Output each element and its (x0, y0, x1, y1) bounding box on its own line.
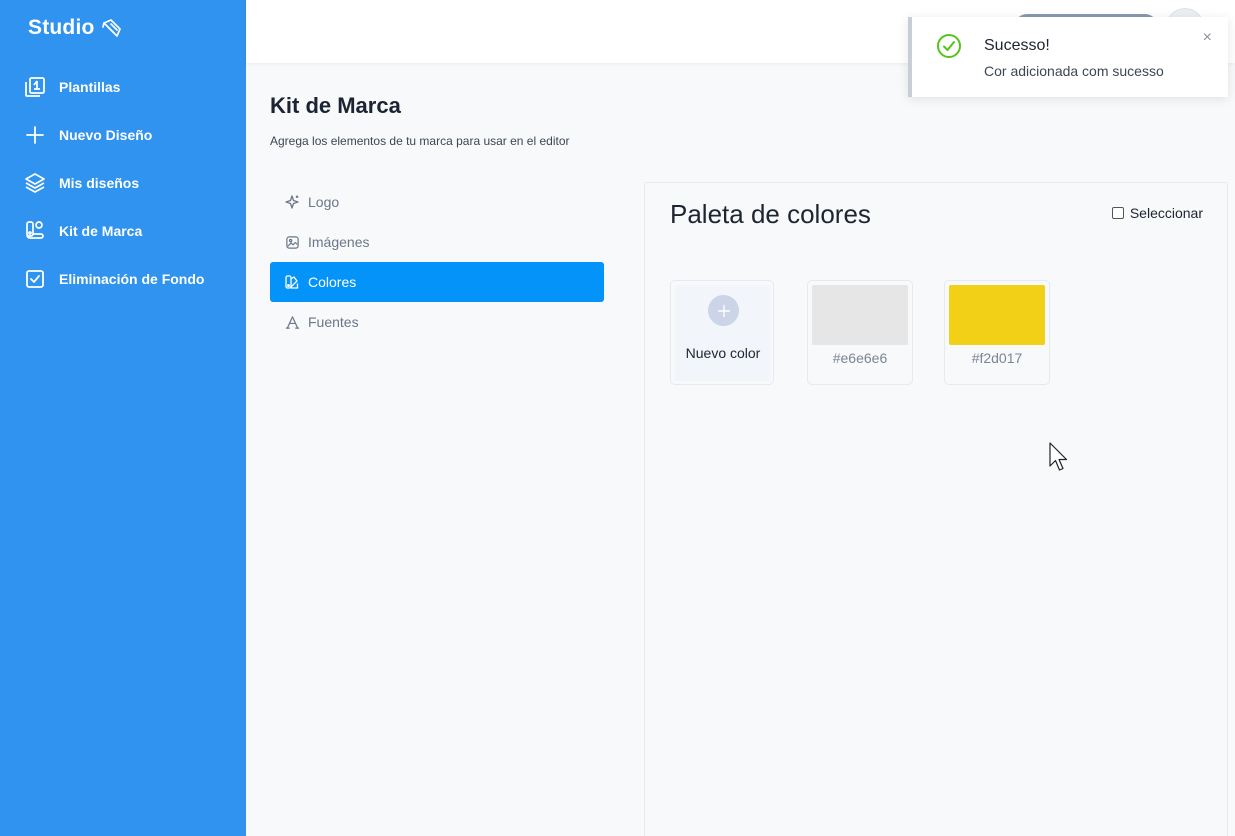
color-palette-panel: Paleta de colores Seleccionar Nuevo colo… (644, 182, 1228, 836)
page-title: Kit de Marca (270, 93, 401, 118)
new-color-button[interactable]: Nuevo color (670, 280, 774, 385)
menu-item-label: Imágenes (308, 234, 370, 250)
select-checkbox[interactable] (1111, 207, 1124, 219)
brand-logo[interactable]: Studio (28, 16, 123, 40)
sidebar-item-label: Nuevo Diseño (59, 127, 153, 143)
brand-name: Studio (28, 16, 95, 39)
new-color-area: Nuevo color (675, 285, 771, 381)
sidebar-item-plantillas[interactable]: Plantillas (0, 63, 246, 111)
plus-circle-icon (708, 295, 739, 326)
templates-icon (24, 76, 46, 98)
palette-icon (284, 274, 300, 290)
sparkle-icon (284, 194, 300, 210)
new-color-label: Nuevo color (685, 345, 761, 361)
image-icon (284, 234, 300, 250)
menu-item-label: Fuentes (308, 314, 359, 330)
check-circle-icon (936, 33, 962, 64)
sidebar-item-label: Kit de Marca (59, 223, 143, 239)
layers-icon (24, 172, 46, 194)
menu-item-label: Logo (308, 194, 340, 210)
sidebar-item-eliminacion-de-fondo[interactable]: Eliminación de Fondo (0, 255, 246, 303)
plus-icon (24, 124, 46, 146)
checkbox-icon (24, 268, 46, 290)
menu-item-fuentes[interactable]: Fuentes (270, 302, 604, 342)
color-preview (812, 285, 908, 345)
font-icon (284, 314, 300, 330)
sidebar-item-nuevo-diseno[interactable]: Nuevo Diseño (0, 111, 246, 159)
color-preview (949, 285, 1045, 345)
sidebar-item-label: Eliminación de Fondo (59, 271, 205, 287)
color-hex-label: #e6e6e6 (832, 350, 888, 366)
brand-kit-menu: Logo Imágenes Colores Fuentes (270, 182, 604, 342)
menu-item-colores[interactable]: Colores (270, 262, 604, 302)
menu-item-label: Colores (308, 274, 357, 290)
mouse-cursor-icon (1049, 442, 1069, 477)
select-label: Seleccionar (1129, 205, 1203, 221)
page-subtitle: Agrega los elementos de tu marca para us… (270, 134, 570, 148)
brand-kit-icon (24, 220, 46, 242)
sidebar-nav: Plantillas Nuevo Diseño Mis diseños Kit … (0, 63, 246, 303)
select-toggle[interactable]: Seleccionar (1111, 205, 1203, 221)
sidebar: Studio Plantillas Nuevo Diseño Mis diseñ… (0, 0, 246, 836)
sidebar-item-kit-de-marca[interactable]: Kit de Marca (0, 207, 246, 255)
sidebar-item-mis-disenos[interactable]: Mis diseños (0, 159, 246, 207)
brush-icon (101, 17, 123, 39)
sidebar-item-label: Mis diseños (59, 175, 140, 191)
success-toast: Sucesso! Cor adicionada com sucesso × (908, 17, 1228, 97)
panel-title: Paleta de colores (670, 199, 871, 229)
color-swatch[interactable]: #f2d017 (944, 280, 1050, 385)
toast-message: Cor adicionada com sucesso (984, 63, 1164, 79)
sidebar-item-label: Plantillas (59, 79, 121, 95)
close-icon[interactable]: × (1203, 29, 1212, 47)
color-hex-label: #f2d017 (971, 350, 1023, 366)
color-swatch[interactable]: #e6e6e6 (807, 280, 913, 385)
toast-title: Sucesso! (984, 37, 1050, 54)
menu-item-logo[interactable]: Logo (270, 182, 604, 222)
menu-item-imagenes[interactable]: Imágenes (270, 222, 604, 262)
